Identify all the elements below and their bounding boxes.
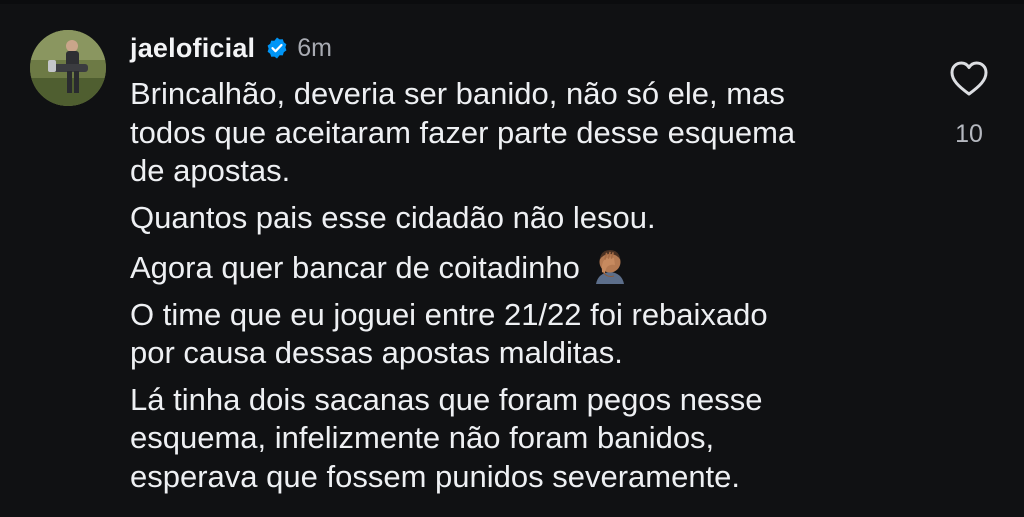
comment-line: O time que eu joguei entre 21/22 foi reb…: [130, 296, 768, 332]
comment-line: Agora quer bancar de coitadinho: [130, 245, 910, 288]
comment-line: de apostas.: [130, 153, 291, 188]
avatar[interactable]: [30, 30, 106, 106]
comment-item: jaeloficial 6m Brincalhão, deveria ser b…: [0, 0, 1024, 517]
facepalm-emoji-icon: [590, 245, 630, 285]
like-count: 10: [955, 120, 983, 148]
verified-badge-icon: [265, 36, 289, 60]
comment-line: Brincalhão, deveria ser banido, não só e…: [130, 76, 785, 111]
timestamp: 6m: [297, 33, 332, 62]
comment-line-text: Agora quer bancar de coitadinho: [130, 250, 580, 285]
comment-header: jaeloficial 6m: [130, 32, 332, 64]
comment-text: Brincalhão, deveria ser banido, não só e…: [130, 75, 910, 504]
divider: [0, 0, 1024, 4]
avatar-photo: [30, 30, 106, 106]
username[interactable]: jaeloficial: [130, 33, 255, 64]
comment-line: Lá tinha dois sacanas que foram pegos ne…: [130, 381, 763, 417]
comment-line: todos que aceitaram fazer parte desse es…: [130, 114, 796, 150]
comment-paragraph: Lá tinha dois sacanas que foram pegos ne…: [130, 381, 910, 497]
comment-line: esquema, infelizmente não foram banidos,: [130, 420, 715, 455]
comment-paragraph: Quantos pais esse cidadão não lesou.: [130, 199, 910, 238]
comment-paragraph: Brincalhão, deveria ser banido, não só e…: [130, 75, 910, 191]
comment-line: Quantos pais esse cidadão não lesou.: [130, 199, 656, 235]
comment-paragraph: O time que eu joguei entre 21/22 foi reb…: [130, 296, 910, 373]
comment-line: por causa dessas apostas malditas.: [130, 335, 623, 370]
comment-line: esperava que fossem punidos severamente.: [130, 458, 741, 494]
comment-paragraph: Agora quer bancar de coitadinho: [130, 245, 910, 288]
heart-icon[interactable]: [949, 60, 989, 98]
like-area: 10: [940, 60, 998, 149]
